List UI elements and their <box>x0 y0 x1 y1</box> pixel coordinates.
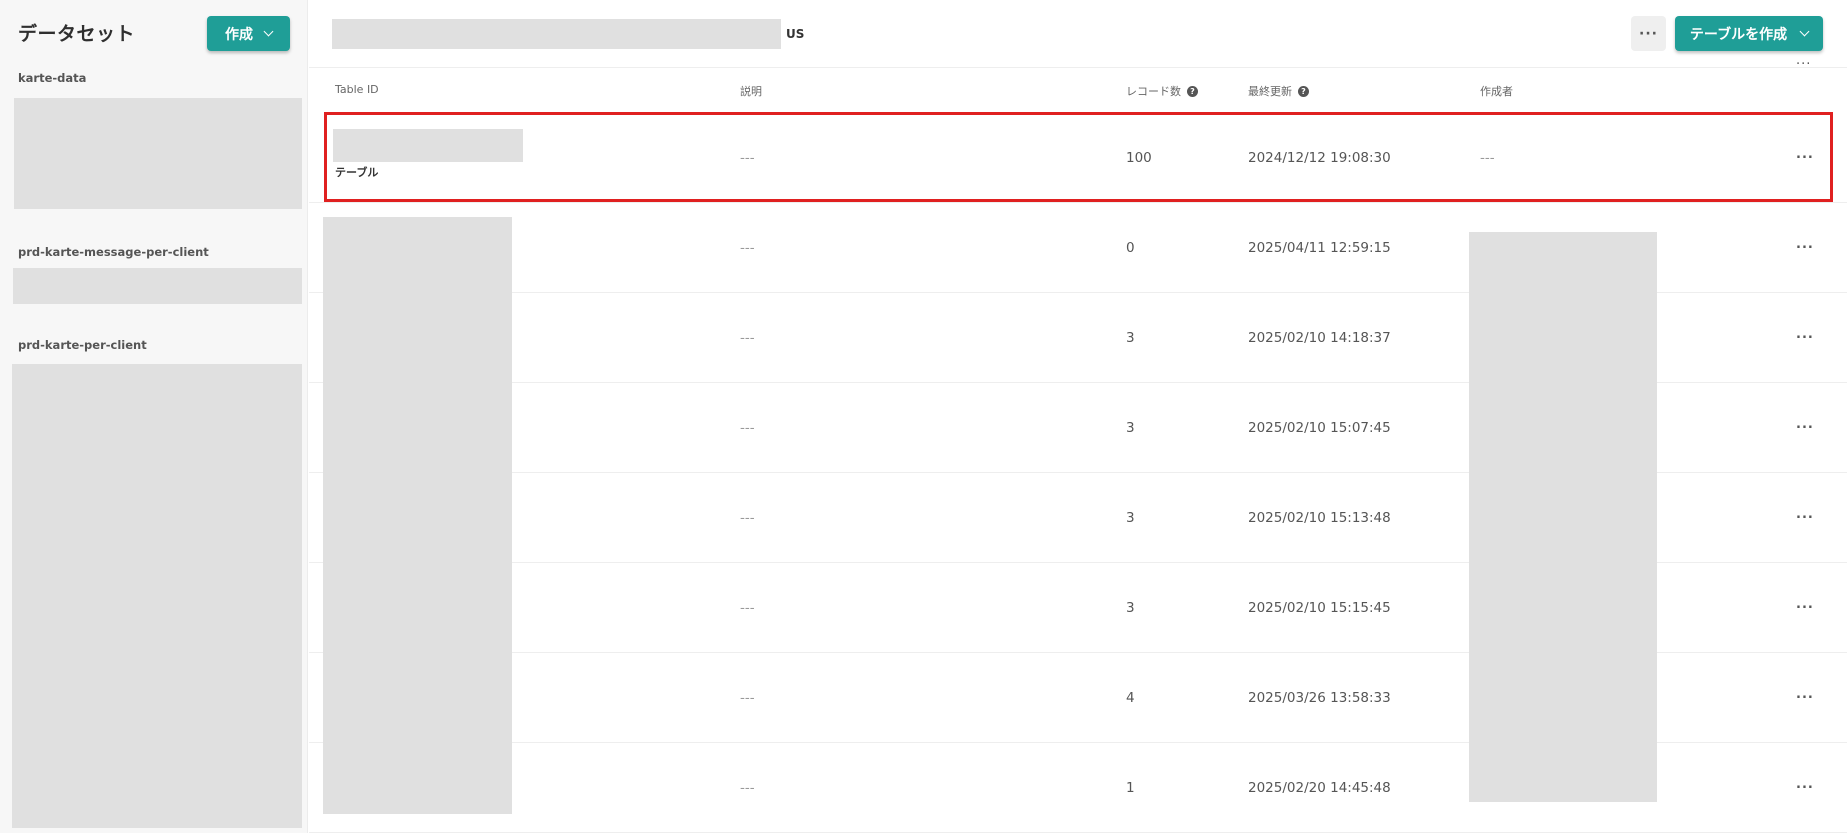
dataset-table-list <box>13 268 302 304</box>
record-count: 3 <box>1126 419 1135 436</box>
column-header-record-count[interactable]: レコード数 ? <box>1126 83 1198 99</box>
column-header-last-updated[interactable]: 最終更新 ? <box>1248 83 1309 99</box>
more-options-button[interactable]: ··· <box>1631 16 1666 51</box>
dataset-label[interactable]: prd-karte-message-per-client <box>18 245 209 259</box>
help-icon[interactable]: ? <box>1298 85 1309 97</box>
row-menu-button[interactable]: ··· <box>1796 240 1814 255</box>
create-table-button[interactable]: テーブルを作成 <box>1675 16 1823 51</box>
table-description: --- <box>740 599 755 616</box>
table-description: --- <box>740 149 755 166</box>
column-header-table-id[interactable]: Table ID <box>335 83 379 96</box>
record-count: 3 <box>1126 509 1135 526</box>
last-updated: 2025/02/20 14:45:48 <box>1248 779 1391 796</box>
record-count: 1 <box>1126 779 1135 796</box>
last-updated: 2025/02/10 15:13:48 <box>1248 509 1391 526</box>
sidebar: データセット 作成 karte-data prd-karte-message-p… <box>0 0 308 833</box>
column-header-label: 作成者 <box>1480 85 1513 98</box>
row-menu-button[interactable]: ··· <box>1796 690 1814 705</box>
help-icon[interactable]: ? <box>1187 85 1198 97</box>
row-menu-button[interactable]: ··· <box>1796 150 1814 165</box>
dataset-name-redacted <box>332 19 781 49</box>
main-header <box>309 0 1847 68</box>
creator: --- <box>1480 149 1495 166</box>
table-id-redacted <box>323 217 512 814</box>
record-count: 100 <box>1126 149 1152 166</box>
more-icon: ··· <box>1639 25 1658 42</box>
column-header-label: レコード数 <box>1126 85 1181 98</box>
table-name[interactable]: テーブル <box>335 164 378 180</box>
record-count: 0 <box>1126 239 1135 256</box>
table-description: --- <box>740 509 755 526</box>
dataset-table-list <box>12 364 302 828</box>
row-menu-button[interactable]: ··· <box>1796 600 1814 615</box>
column-header-description[interactable]: 説明 <box>740 83 762 99</box>
create-table-label: テーブルを作成 <box>1689 26 1788 43</box>
create-dataset-button[interactable]: 作成 <box>207 16 290 51</box>
row-menu-button[interactable]: ··· <box>1796 780 1814 795</box>
last-updated: 2025/04/11 12:59:15 <box>1248 239 1391 256</box>
create-dataset-label: 作成 <box>225 26 253 43</box>
row-menu-button[interactable]: ··· <box>1796 510 1814 525</box>
last-updated: 2025/02/10 15:15:45 <box>1248 599 1391 616</box>
chevron-down-icon <box>263 26 274 37</box>
column-header-creator[interactable]: 作成者 <box>1480 83 1513 99</box>
creator-redacted <box>1469 232 1657 802</box>
sidebar-title: データセット <box>18 23 136 45</box>
row-menu-button[interactable]: ··· <box>1796 420 1814 435</box>
last-updated: 2025/02/10 14:18:37 <box>1248 329 1391 346</box>
table-description: --- <box>740 779 755 796</box>
last-updated: 2025/02/10 15:07:45 <box>1248 419 1391 436</box>
more-icon[interactable]: ··· <box>1796 58 1811 71</box>
table-id-redacted <box>333 129 523 162</box>
column-header-label: 説明 <box>740 85 762 98</box>
record-count: 3 <box>1126 329 1135 346</box>
table-description: --- <box>740 329 755 346</box>
table-description: --- <box>740 239 755 256</box>
table-description: --- <box>740 689 755 706</box>
dataset-label[interactable]: prd-karte-per-client <box>18 338 147 352</box>
table-row[interactable]: テーブル --- 100 2024/12/12 19:08:30 --- ··· <box>309 113 1847 203</box>
dataset-label[interactable]: karte-data <box>18 71 86 85</box>
column-header-label: 最終更新 <box>1248 85 1292 98</box>
last-updated: 2024/12/12 19:08:30 <box>1248 149 1391 166</box>
app: データセット 作成 karte-data prd-karte-message-p… <box>0 0 1847 833</box>
last-updated: 2025/03/26 13:58:33 <box>1248 689 1391 706</box>
region-label: US <box>786 27 805 41</box>
table-description: --- <box>740 419 755 436</box>
record-count: 3 <box>1126 599 1135 616</box>
dataset-table-list <box>14 98 302 209</box>
sidebar-header: データセット 作成 <box>0 0 308 68</box>
row-menu-button[interactable]: ··· <box>1796 330 1814 345</box>
record-count: 4 <box>1126 689 1135 706</box>
chevron-down-icon <box>1799 26 1810 37</box>
column-header-label: Table ID <box>335 83 379 96</box>
